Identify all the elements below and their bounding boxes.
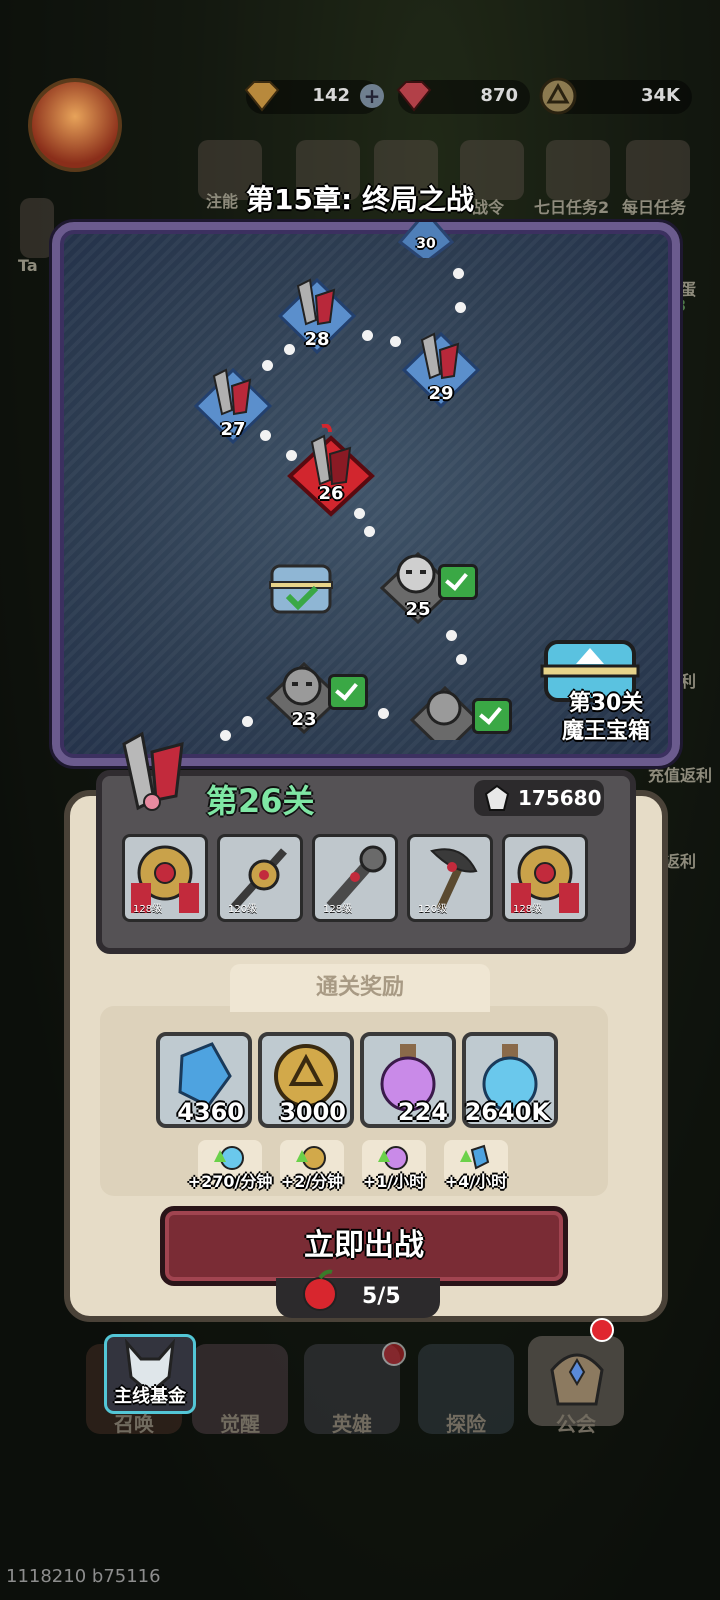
enemy-level: 120级 [228, 904, 258, 915]
enemy-slot-5[interactable]: 128级 [502, 834, 588, 922]
gold-bar-resource[interactable]: 142 + [244, 80, 384, 114]
enemy-power: 175680 [474, 780, 604, 816]
blue-potion-rate-icon [214, 1146, 244, 1170]
coin-icon [539, 77, 577, 115]
stage-number: 30 [416, 236, 436, 252]
nav-explore-label: 探险 [446, 1412, 486, 1436]
stage-node-26[interactable]: 26 [286, 423, 376, 518]
enemy-slot-4[interactable]: 120级 [407, 834, 493, 922]
rate-item-1: +270/分钟 [188, 1140, 272, 1191]
reward-amount: 224 [397, 1098, 448, 1126]
gold-bar-icon [244, 81, 280, 112]
purple-potion-rate-icon [378, 1146, 408, 1170]
gem-icon [396, 81, 432, 112]
add-gold-icon[interactable]: + [360, 84, 384, 108]
boss-chest-name: 魔王宝箱 [561, 719, 650, 744]
fund-label: 主线基金 [114, 1386, 186, 1407]
coin-resource[interactable]: 34K [539, 77, 692, 115]
stage-sword-icon [122, 731, 184, 811]
rate-item-2: +2/分钟 [280, 1140, 344, 1191]
stage-node-30[interactable]: 30 [396, 209, 456, 264]
rate-item-3: +1/小时 [362, 1140, 426, 1191]
enemy-level: 120级 [418, 904, 448, 915]
treasure-chest-claimed[interactable] [266, 558, 336, 624]
stage-node-29[interactable]: 29 [400, 326, 482, 409]
chest-icon [269, 564, 333, 614]
enemy-stage-icon [409, 685, 481, 755]
cleared-check-icon [328, 674, 368, 710]
power-icon [484, 784, 510, 811]
chapter-title: 第15章: 终局之战 [246, 183, 474, 216]
reward-item-2[interactable]: 3000 [258, 1032, 354, 1128]
gold-bar-value: 142 [312, 85, 350, 106]
path-dot [242, 716, 253, 727]
side-right-label-5: 返利 [664, 852, 697, 871]
guild-helmet-icon [550, 1353, 604, 1406]
stage-node-27[interactable]: 27 [192, 362, 274, 445]
crystal-rate-icon [460, 1144, 490, 1170]
hero-notification-dot [382, 1342, 406, 1366]
nav-awaken-label: 觉醒 [220, 1412, 260, 1436]
boss-chest-label: 第30关 魔王宝箱 [548, 690, 664, 746]
stage-number: 28 [304, 329, 330, 350]
cleared-check-icon [438, 564, 478, 600]
apple-icon [303, 1269, 337, 1311]
side-left-label-1: Ta [18, 256, 38, 275]
stamina-value: 5/5 [362, 1284, 401, 1309]
path-dot [446, 630, 457, 641]
enemy-slot-3[interactable]: 128级 [312, 834, 398, 922]
gem-value: 870 [480, 85, 518, 106]
nav-guild-label: 公会 [556, 1412, 596, 1436]
path-dot [378, 708, 389, 719]
path-dot [453, 268, 464, 279]
power-value: 175680 [518, 786, 602, 810]
nav-summon-label: 召唤 [114, 1412, 154, 1436]
stage-number: 27 [220, 419, 246, 440]
stage-number: 29 [428, 383, 454, 404]
enemy-slot-2[interactable]: 120级 [217, 834, 303, 922]
stage-node-28[interactable]: 28 [276, 272, 358, 355]
fight-button[interactable]: 立即出战 [160, 1206, 568, 1286]
guild-notification-dot [590, 1318, 614, 1342]
enemy-level: 128级 [513, 904, 543, 915]
reward-title: 通关奖励 [230, 964, 490, 1012]
stamina-indicator: 5/5 [276, 1269, 440, 1318]
version-text: 1118210 b75116 [6, 1566, 161, 1587]
reward-item-1[interactable]: 4360 [156, 1032, 252, 1128]
boss-chest-stage: 第30关 [568, 691, 644, 716]
enemy-level: 128级 [323, 904, 353, 915]
player-avatar[interactable] [28, 78, 122, 172]
rate-item-4: +4/小时 [444, 1140, 508, 1191]
nav-hero-label: 英雄 [332, 1412, 372, 1436]
enemy-level: 128级 [133, 904, 163, 915]
stage-node-24[interactable] [409, 680, 481, 755]
reward-amount: 4360 [177, 1098, 244, 1126]
coin-rate-icon [296, 1146, 326, 1170]
gem-resource[interactable]: 870 [396, 80, 530, 114]
path-dot [220, 730, 231, 741]
path-dot [362, 330, 373, 341]
enemy-slot-1[interactable]: 128级 [122, 834, 208, 922]
stage-number: 26 [318, 483, 344, 504]
reward-amount: 3000 [279, 1098, 346, 1126]
cleared-check-icon [472, 698, 512, 734]
coin-value: 34K [641, 85, 680, 106]
reward-item-4[interactable]: 2640K [462, 1032, 558, 1128]
rate-text: +4/小时 [444, 1172, 508, 1191]
reward-amount: 2640K [464, 1098, 550, 1126]
path-dot [364, 526, 375, 537]
stage-title: 第26关 [206, 782, 315, 820]
reward-item-3[interactable]: 224 [360, 1032, 456, 1128]
path-dot [455, 302, 466, 313]
path-dot [456, 654, 467, 665]
stage-number: 23 [291, 709, 317, 730]
stage-number: 25 [405, 599, 431, 620]
